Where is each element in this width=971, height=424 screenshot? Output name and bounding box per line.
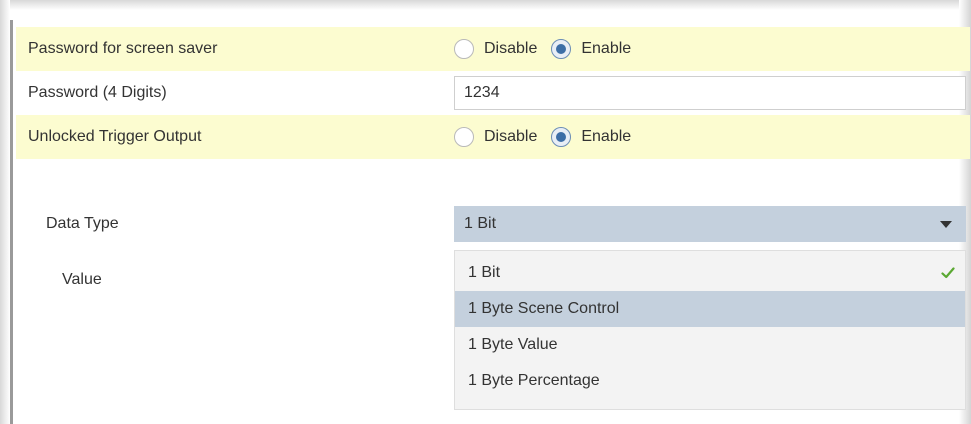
radio-enable[interactable]: Enable <box>551 39 631 59</box>
dropdown-option-1-bit[interactable]: 1 Bit <box>455 255 965 291</box>
option-label: 1 Byte Percentage <box>468 372 600 389</box>
row-unlocked-trigger-output: Unlocked Trigger Output Disable Enable <box>16 115 970 159</box>
radio-enable[interactable]: Enable <box>551 127 631 147</box>
radio-label: Disable <box>484 40 538 57</box>
radio-button-selected[interactable] <box>551 127 572 147</box>
data-type-dropdown-list: 1 Bit 1 Byte Scene Control 1 Byte Value … <box>454 250 966 410</box>
radio-disable[interactable]: Disable <box>454 127 537 147</box>
radio-dot-icon <box>556 132 567 142</box>
radio-group-screen-saver: Disable Enable <box>454 27 645 71</box>
dropdown-option-1-byte-value[interactable]: 1 Byte Value <box>455 327 965 363</box>
caret-down-icon[interactable] <box>940 220 952 228</box>
radio-label: Enable <box>581 128 632 145</box>
radio-button[interactable] <box>454 39 474 59</box>
radio-disable[interactable]: Disable <box>454 39 537 59</box>
row-label: Unlocked Trigger Output <box>28 128 202 145</box>
check-icon <box>941 267 955 279</box>
option-label: 1 Bit <box>468 264 501 281</box>
data-type-select[interactable]: 1 Bit <box>454 206 966 242</box>
radio-dot-icon <box>556 44 567 54</box>
radio-label: Disable <box>484 128 538 145</box>
radio-label: Enable <box>581 40 632 57</box>
row-label: Data Type <box>46 215 119 232</box>
radio-group-unlocked-trigger: Disable Enable <box>454 115 645 159</box>
option-label: 1 Byte Value <box>468 336 558 353</box>
row-data-type: Data Type 1 Bit <box>16 202 970 246</box>
option-label: 1 Byte Scene Control <box>468 300 620 317</box>
row-label: Value <box>62 271 102 288</box>
row-label: Password for screen saver <box>28 40 218 57</box>
row-password-digits: Password (4 Digits) <box>16 71 970 115</box>
parameter-panel: Password for screen saver Disable Enable… <box>0 0 971 424</box>
radio-button[interactable] <box>454 127 474 147</box>
password-input[interactable] <box>454 76 966 110</box>
select-value: 1 Bit <box>464 215 497 232</box>
row-label: Password (4 Digits) <box>28 84 167 101</box>
radio-button-selected[interactable] <box>551 39 572 59</box>
dropdown-option-1-byte-scene-control[interactable]: 1 Byte Scene Control <box>455 291 965 327</box>
row-password-screen-saver: Password for screen saver Disable Enable <box>16 27 970 71</box>
panel-left-border <box>10 20 13 424</box>
dropdown-option-1-byte-percentage[interactable]: 1 Byte Percentage <box>455 363 965 399</box>
